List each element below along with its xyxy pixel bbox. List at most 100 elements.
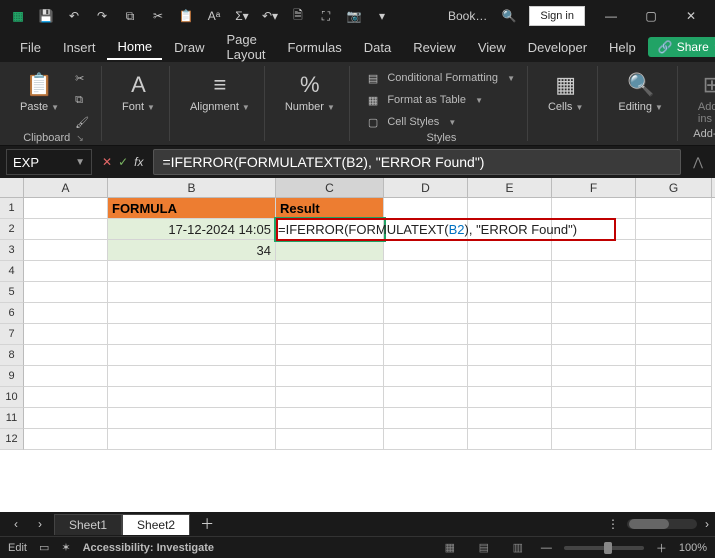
cell-A10[interactable] [24,387,108,408]
conditional-formatting-button[interactable]: ▤ Conditional Formatting ▼ [364,68,519,88]
cell-E12[interactable] [468,429,552,450]
share-button[interactable]: 🔗 Share ▼ [648,37,715,57]
cell-G12[interactable] [636,429,712,450]
cell-C2[interactable]: =IFERROR(FORMULATEXT(B2), "ERROR Found") [276,219,384,240]
cell-F1[interactable] [552,198,636,219]
zoom-level[interactable]: 100% [679,542,707,554]
menu-tab-developer[interactable]: Developer [518,36,597,59]
workbook-stats-icon[interactable]: ▭ [39,541,49,554]
cell-B1[interactable]: FORMULA [108,198,276,219]
scroll-right-icon[interactable]: › [705,517,709,531]
cell-A1[interactable] [24,198,108,219]
column-header-D[interactable]: D [384,178,468,197]
menu-tab-draw[interactable]: Draw [164,36,214,59]
cell-G5[interactable] [636,282,712,303]
cell-B5[interactable] [108,282,276,303]
cell-D6[interactable] [384,303,468,324]
format-as-table-button[interactable]: ▦ Format as Table ▼ [364,90,519,110]
qat-more-icon[interactable]: ▾ [368,2,396,30]
menu-tab-file[interactable]: File [10,36,51,59]
cell-A6[interactable] [24,303,108,324]
row-header-6[interactable]: 6 [0,303,24,324]
row-header-12[interactable]: 12 [0,429,24,450]
redo-icon[interactable]: ↷ [88,2,116,30]
add-sheet-button[interactable]: ＋ [194,514,220,534]
cell-E8[interactable] [468,345,552,366]
cell-G11[interactable] [636,408,712,429]
column-header-E[interactable]: E [468,178,552,197]
qat-copy-icon[interactable]: ⧉ [116,2,144,30]
cell-F6[interactable] [552,303,636,324]
cell-B11[interactable] [108,408,276,429]
column-header-B[interactable]: B [108,178,276,197]
select-all-corner[interactable] [0,178,24,197]
row-header-7[interactable]: 7 [0,324,24,345]
sheet-tab-sheet2[interactable]: Sheet2 [122,514,190,535]
cell-A2[interactable] [24,219,108,240]
cell-C9[interactable] [276,366,384,387]
cell-E3[interactable] [468,240,552,261]
qat-cut-icon[interactable]: ✂ [144,2,172,30]
column-header-G[interactable]: G [636,178,712,197]
cut-button[interactable]: ✂ [71,68,93,88]
cell-G9[interactable] [636,366,712,387]
search-icon[interactable]: 🔍 [495,2,523,30]
cell-F4[interactable] [552,261,636,282]
cell-F7[interactable] [552,324,636,345]
row-header-8[interactable]: 8 [0,345,24,366]
cell-G8[interactable] [636,345,712,366]
sign-in-button[interactable]: Sign in [529,6,585,26]
sheet-tab-sheet1[interactable]: Sheet1 [54,514,122,535]
editing-button[interactable]: 🔍 Editing▼ [612,68,669,116]
row-header-9[interactable]: 9 [0,366,24,387]
paste-button[interactable]: 📋 Paste▼ [14,68,65,116]
row-header-4[interactable]: 4 [0,261,24,282]
zoom-out-button[interactable]: — [541,542,552,554]
qat-paste-icon[interactable]: 📋 [172,2,200,30]
qat-doc-icon[interactable]: 🗎 [284,2,312,30]
cell-E7[interactable] [468,324,552,345]
cell-D11[interactable] [384,408,468,429]
number-button[interactable]: % Number▼ [279,68,341,116]
minimize-button[interactable]: — [591,0,631,32]
cell-G3[interactable] [636,240,712,261]
sheet-nav-next[interactable]: › [30,517,50,531]
cell-E6[interactable] [468,303,552,324]
cell-G4[interactable] [636,261,712,282]
cell-A8[interactable] [24,345,108,366]
enter-icon[interactable]: ✓ [118,155,128,169]
save-icon[interactable]: 💾 [32,2,60,30]
cell-C11[interactable] [276,408,384,429]
cell-A3[interactable] [24,240,108,261]
cell-E11[interactable] [468,408,552,429]
cell-styles-button[interactable]: ▢ Cell Styles ▼ [364,112,519,132]
row-header-11[interactable]: 11 [0,408,24,429]
document-name[interactable]: Book… [440,9,495,23]
column-header-A[interactable]: A [24,178,108,197]
menu-tab-home[interactable]: Home [107,35,162,60]
cell-D7[interactable] [384,324,468,345]
formula-input[interactable]: =IFERROR(FORMULATEXT(B2), "ERROR Found") [153,149,681,175]
menu-tab-help[interactable]: Help [599,36,646,59]
cell-A11[interactable] [24,408,108,429]
menu-tab-data[interactable]: Data [354,36,401,59]
cell-E5[interactable] [468,282,552,303]
close-button[interactable]: ✕ [671,0,711,32]
cell-B6[interactable] [108,303,276,324]
cell-G1[interactable] [636,198,712,219]
maximize-button[interactable]: ▢ [631,0,671,32]
cell-A7[interactable] [24,324,108,345]
cell-C6[interactable] [276,303,384,324]
qat-format-icon[interactable]: Aᵃ [200,2,228,30]
cell-G7[interactable] [636,324,712,345]
menu-tab-insert[interactable]: Insert [53,36,106,59]
cell-D1[interactable] [384,198,468,219]
font-button[interactable]: A Font▼ [116,68,161,116]
cell-E10[interactable] [468,387,552,408]
cell-B10[interactable] [108,387,276,408]
menu-tab-formulas[interactable]: Formulas [278,36,352,59]
zoom-in-button[interactable]: ＋ [656,540,667,556]
cell-F9[interactable] [552,366,636,387]
cell-B12[interactable] [108,429,276,450]
cell-D8[interactable] [384,345,468,366]
